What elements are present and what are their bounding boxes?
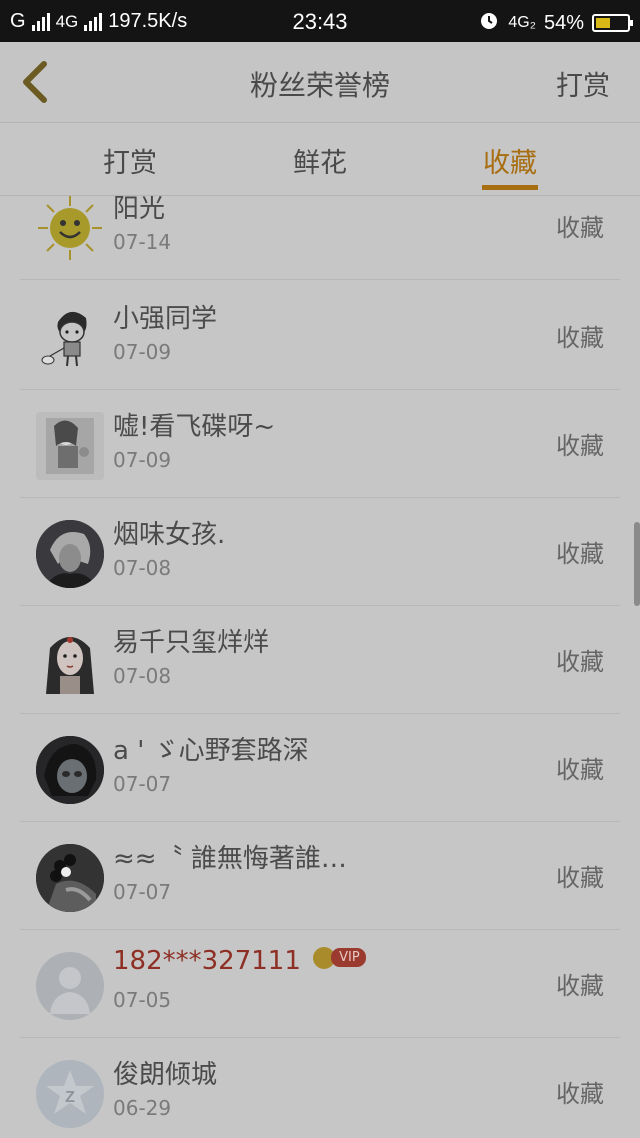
- list-item[interactable]: 易千只玺烊烊 07-08 收藏: [0, 606, 640, 714]
- fan-name: 易千只玺烊烊: [113, 628, 270, 658]
- fan-name: 烟味女孩.: [113, 520, 226, 550]
- vip-badge: VIP: [313, 946, 366, 969]
- fan-date: 07-08: [113, 664, 172, 688]
- collect-label: 收藏: [556, 648, 604, 676]
- collect-label: 收藏: [556, 324, 604, 352]
- collect-label: 收藏: [556, 756, 604, 784]
- fan-name: 小强同学: [113, 304, 218, 334]
- collect-label: 收藏: [556, 432, 604, 460]
- active-tab-indicator: [482, 185, 538, 190]
- anime-girl-avatar: [36, 628, 104, 696]
- illustration-avatar: [36, 412, 104, 480]
- photo-avatar: [36, 736, 104, 804]
- list-item[interactable]: 182***327111 VIP 07-05 收藏: [0, 930, 640, 1038]
- fan-name: 182***327111 VIP: [113, 946, 366, 976]
- battery-fill: [596, 18, 611, 28]
- fan-name: 嘘!看飞碟呀~: [113, 412, 276, 442]
- photo-avatar: [36, 520, 104, 588]
- status-right: 4G₂ 54%: [478, 9, 633, 37]
- fan-list[interactable]: 阳光 07-14 收藏 小强同学 07-09 收藏 嘘!看飞碟呀~ 07-09 …: [0, 196, 640, 1138]
- tab-bar: 打赏 鲜花 收藏: [0, 123, 640, 196]
- fan-date: 07-09: [113, 340, 172, 364]
- list-item[interactable]: 阳光 07-14 收藏: [0, 196, 640, 280]
- battery-icon: [592, 14, 633, 32]
- sun-avatar: [36, 196, 104, 262]
- battery-percent: 54%: [543, 11, 584, 34]
- fan-name: 阳光: [113, 196, 166, 224]
- fan-date: 07-09: [113, 448, 172, 472]
- fan-name: a ' ゞ心野套路深: [113, 736, 309, 766]
- tab-collect[interactable]: 收藏: [450, 141, 570, 180]
- collect-label: 收藏: [556, 864, 604, 892]
- default-avatar: [36, 952, 104, 1020]
- fan-date: 07-08: [113, 556, 172, 580]
- fan-name-text: 182***327111: [113, 946, 301, 976]
- status-bar: G 4G 197.5K/s 23:43 4G₂ 54%: [0, 0, 640, 42]
- fan-date: 07-05: [113, 988, 172, 1012]
- collect-label: 收藏: [556, 972, 604, 1000]
- fan-date: 07-07: [113, 772, 172, 796]
- list-item[interactable]: 烟味女孩. 07-08 收藏: [0, 498, 640, 606]
- collect-label: 收藏: [556, 1080, 604, 1108]
- list-item[interactable]: 嘘!看飞碟呀~ 07-09 收藏: [0, 390, 640, 498]
- list-item[interactable]: 小强同学 07-09 收藏: [0, 282, 640, 390]
- divider: [20, 279, 620, 280]
- svg-text:Z: Z: [65, 1089, 75, 1106]
- alarm-icon: [478, 9, 500, 37]
- fan-date: 06-29: [113, 1096, 172, 1120]
- cartoon-boy-avatar: [36, 304, 104, 372]
- app-header: 粉丝荣誉榜 打赏: [0, 42, 640, 123]
- reward-button[interactable]: 打赏: [556, 64, 610, 103]
- vip-label: VIP: [331, 948, 366, 967]
- scrollbar[interactable]: [634, 522, 640, 606]
- list-item[interactable]: a ' ゞ心野套路深 07-07 收藏: [0, 714, 640, 822]
- tab-flowers[interactable]: 鲜花: [260, 141, 380, 180]
- collect-label: 收藏: [556, 540, 604, 568]
- list-item[interactable]: ≈≈〝 誰無悔著誰… 07-07 收藏: [0, 822, 640, 930]
- tab-reward[interactable]: 打赏: [70, 141, 190, 180]
- fan-name: ≈≈〝 誰無悔著誰…: [113, 844, 347, 874]
- fan-date: 07-14: [113, 230, 172, 254]
- collect-label: 收藏: [556, 214, 604, 242]
- photo-avatar: [36, 844, 104, 912]
- page-title: 粉丝荣誉榜: [249, 69, 390, 102]
- list-item[interactable]: Z 俊朗倾城 06-29 收藏: [0, 1038, 640, 1138]
- fan-date: 07-07: [113, 880, 172, 904]
- network-label-2: 4G₂: [508, 14, 536, 31]
- qq-avatar: Z: [36, 1060, 104, 1128]
- fan-name: 俊朗倾城: [113, 1060, 218, 1090]
